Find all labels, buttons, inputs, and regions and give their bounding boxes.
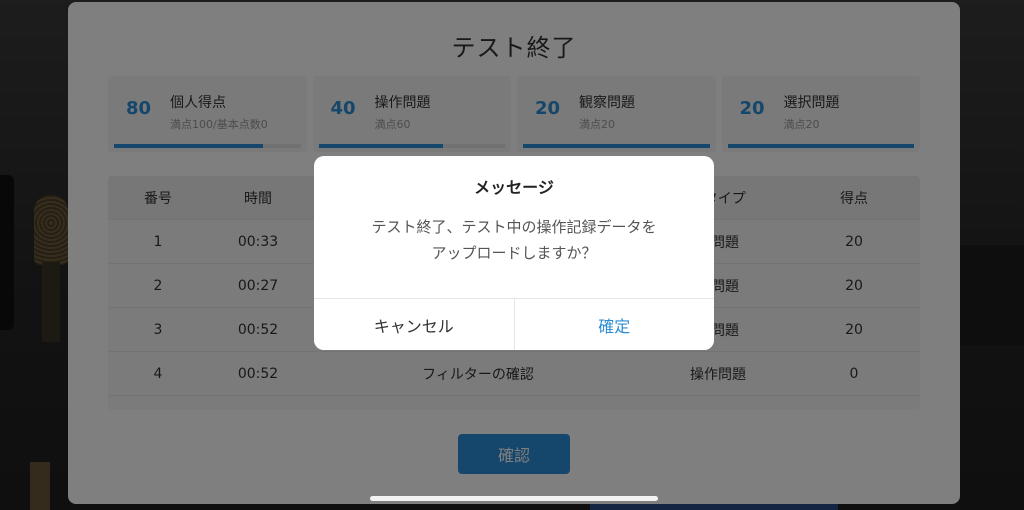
dialog-message-line: アップロードしますか？ (431, 244, 597, 262)
ok-button[interactable]: 確定 (514, 299, 714, 350)
dialog-title: メッセージ (474, 178, 554, 197)
dialog-message-line: テスト終了、テスト中の操作記録データを (371, 218, 657, 236)
message-dialog: メッセージ テスト終了、テスト中の操作記録データを アップロードしますか？ キャ… (314, 156, 714, 350)
cancel-button[interactable]: キャンセル (314, 299, 515, 350)
home-indicator[interactable] (370, 496, 658, 501)
dialog-message: テスト終了、テスト中の操作記録データを アップロードしますか？ (338, 214, 690, 266)
dialog-actions: キャンセル 確定 (314, 298, 714, 350)
